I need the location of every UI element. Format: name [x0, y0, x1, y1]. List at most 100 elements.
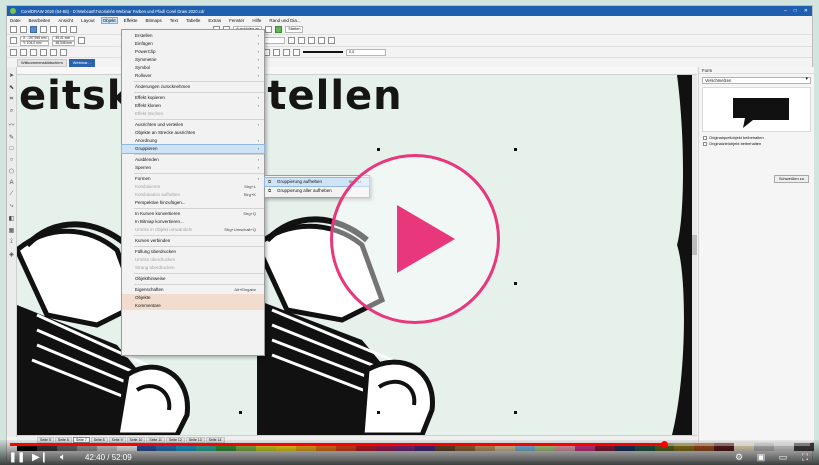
close-button[interactable]: ✕ — [804, 8, 808, 14]
selection-handle[interactable] — [514, 282, 517, 285]
height-field[interactable]: 46,346 mm — [52, 40, 75, 46]
arrow-start-icon[interactable] — [287, 37, 295, 44]
menu-layout[interactable]: Layout — [80, 18, 96, 23]
keep-source-option[interactable]: Originalquellobjekt beibehalten — [703, 135, 810, 140]
interactive-fill-icon[interactable]: ◈ — [9, 251, 14, 258]
eyedropper-icon[interactable]: ⟟ — [10, 239, 12, 246]
menu-fenster[interactable]: Fenster — [228, 18, 245, 23]
polygon-tool-icon[interactable]: ⬠ — [9, 168, 14, 175]
menu-item[interactable]: Symbol › — [122, 64, 264, 72]
copy-icon[interactable] — [60, 25, 67, 33]
zoom-tool-icon[interactable]: ⌕ — [10, 108, 13, 115]
menu-extras[interactable]: Extras — [207, 18, 222, 23]
menu-item[interactable]: Objekthinweise — [122, 275, 264, 283]
menu-bitmaps[interactable]: Bitmaps — [145, 18, 163, 23]
align-icon[interactable] — [293, 48, 300, 56]
save-icon[interactable] — [30, 25, 37, 33]
selection-handle[interactable] — [514, 411, 517, 414]
menu-item[interactable]: In Bitmap konvertieren... — [122, 218, 264, 226]
crop-tool-icon[interactable]: ⌗ — [10, 96, 13, 103]
new-document-icon[interactable] — [10, 25, 17, 33]
miniplayer-icon[interactable]: ▣ — [755, 452, 767, 462]
weld-to-button[interactable]: Schweißen zu — [773, 175, 809, 183]
create-boundary-icon[interactable] — [283, 48, 290, 56]
vertical-scrollbar[interactable] — [692, 75, 697, 435]
minimize-button[interactable]: – — [784, 8, 787, 14]
menu-effekte[interactable]: Effekte — [123, 18, 139, 23]
menu-item[interactable]: Effekt klonen › — [122, 102, 264, 110]
connector-tool-icon[interactable]: ⤷ — [10, 203, 13, 210]
tab-welcome-screen[interactable]: Willkommensbildschirm — [17, 58, 67, 67]
menu-item[interactable]: Einfügen › — [122, 40, 264, 48]
menu-item[interactable]: Perspektive hinzufügen... — [122, 199, 264, 207]
pick-tool-icon[interactable]: ➤ — [9, 72, 14, 79]
launch-icon[interactable] — [275, 25, 283, 33]
menu-item[interactable]: Erstellen › — [122, 32, 264, 40]
shape-tool-icon[interactable]: ⬉ — [9, 84, 14, 91]
menu-item[interactable]: Anordnung › — [122, 137, 264, 145]
menu-item[interactable]: Kommentare — [122, 302, 264, 310]
menu-bearbeiten[interactable]: Bearbeiten — [28, 18, 52, 23]
gear-icon[interactable]: ⚙ — [733, 452, 745, 462]
menu-item[interactable]: Gruppieren › — [121, 144, 265, 154]
object-origin-icon[interactable] — [10, 37, 17, 44]
menu-item[interactable]: Formen › — [122, 175, 264, 183]
play-button[interactable] — [330, 154, 500, 324]
menu-item[interactable]: Symmetrie › — [122, 56, 264, 64]
to-back-icon[interactable] — [327, 37, 335, 44]
menu-item[interactable]: Sperren › — [122, 164, 264, 172]
menu-item[interactable]: Füllung überdrucken — [122, 248, 264, 256]
bezier-icon[interactable] — [30, 48, 37, 56]
maximize-button[interactable]: □ — [794, 8, 797, 14]
paste-icon[interactable] — [70, 25, 77, 33]
rectangle-icon[interactable] — [50, 48, 57, 56]
keep-source-checkbox[interactable] — [703, 135, 707, 140]
node-edit-icon[interactable] — [40, 48, 47, 56]
menu-item[interactable]: Ausblenden › — [122, 156, 264, 164]
keep-target-option[interactable]: Originalzielobjekt beibehalten — [703, 141, 810, 146]
video-frame[interactable]: CorelDRAW 2020 (64-Bit) - D:\Webcast\Tut… — [0, 0, 819, 465]
scrollbar-thumb[interactable] — [692, 235, 697, 255]
open-icon[interactable] — [20, 25, 27, 33]
selection-handle[interactable] — [239, 411, 242, 414]
drop-shadow-icon[interactable]: ◧ — [9, 215, 15, 222]
menu-item[interactable]: Änderungen zurücknehmen — [122, 83, 264, 91]
selection-handle[interactable] — [377, 148, 380, 151]
rectangle-tool-icon[interactable]: □ — [10, 146, 14, 152]
menu-item[interactable]: Rollover › — [122, 72, 264, 80]
selection-handle[interactable] — [514, 148, 517, 151]
progress-bar[interactable] — [10, 441, 810, 448]
wrap-text-icon[interactable] — [307, 37, 315, 44]
menu-tabelle[interactable]: Tabelle — [185, 18, 201, 23]
fullscreen-icon[interactable]: ⛶ — [799, 452, 811, 462]
outline-width-field[interactable]: 0,0 — [346, 48, 386, 56]
menu-objekt[interactable]: Objekt — [100, 16, 118, 24]
ellipse-tool-icon[interactable]: ○ — [10, 157, 14, 163]
back-minus-front-icon[interactable] — [273, 48, 280, 56]
menu-hilfe[interactable]: Hilfe — [251, 18, 262, 23]
lock-ratio-icon[interactable] — [77, 37, 85, 44]
volume-icon[interactable]: 🔈︎ — [56, 451, 70, 463]
cut-icon[interactable] — [50, 25, 57, 33]
print-icon[interactable] — [40, 25, 47, 33]
horizontal-ruler[interactable] — [17, 67, 697, 75]
freehand-icon[interactable] — [20, 48, 27, 56]
menu-item[interactable]: PowerClip › — [122, 48, 264, 56]
text-tool-icon[interactable]: A — [9, 180, 13, 186]
arrow-end-icon[interactable] — [297, 37, 305, 44]
menu-item[interactable]: Eigenschaften Alt+Eingabe — [122, 286, 264, 294]
menu-item[interactable]: Effekt kopieren › — [122, 94, 264, 102]
menu-item[interactable]: Kurven verbinden — [122, 237, 264, 245]
theater-icon[interactable]: ▭ — [777, 452, 789, 462]
menu-rand-und-dia-[interactable]: Rand und Dia... — [268, 18, 301, 23]
pause-icon[interactable]: ❚❚ — [9, 451, 26, 463]
menu-item[interactable]: In Kurven konvertieren Strg+Q — [122, 210, 264, 218]
y-position-field[interactable]: Y: 104,0 mm — [20, 40, 50, 46]
keep-target-checkbox[interactable] — [703, 141, 707, 146]
parallel-dimension-icon[interactable]: ⟋ — [9, 191, 13, 198]
artistic-media-icon[interactable]: ✎ — [9, 134, 14, 141]
freehand-tool-icon[interactable]: 〰 — [8, 120, 14, 129]
menu-item[interactable]: Ausrichten und verteilen › — [122, 121, 264, 129]
pick-tool-icon[interactable] — [10, 48, 17, 56]
selection-handle[interactable] — [377, 411, 380, 414]
